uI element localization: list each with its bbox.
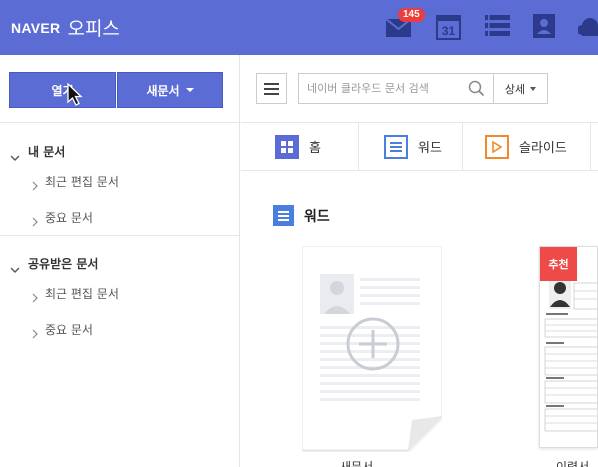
list-icon[interactable]: [484, 12, 511, 43]
naver-logo-text: NAVER: [11, 19, 61, 36]
sidebar-item-my-important[interactable]: 중요 문서: [45, 209, 93, 226]
open-button[interactable]: 열기: [9, 72, 116, 108]
chevron-down-icon: [530, 86, 537, 91]
top-header: NAVER 오피스 145 31: [0, 0, 598, 55]
cloud-icon[interactable]: [577, 16, 598, 42]
chevron-right-icon: [32, 212, 38, 231]
section-shared-documents[interactable]: 공유받은 문서: [28, 255, 98, 272]
chevron-right-icon: [32, 324, 38, 343]
word-icon-line: [278, 218, 289, 221]
new-document-button[interactable]: 새문서: [117, 72, 223, 108]
tab-slide[interactable]: 슬라이드: [485, 123, 567, 170]
calendar-icon[interactable]: 31: [435, 12, 462, 45]
search-input[interactable]: [299, 74, 459, 103]
sidebar: 열기 새문서 내 문서 최근 편집 문서 중요 문서 공유받은 문서 최근 편집…: [0, 55, 240, 467]
new-document-label: 새문서: [146, 83, 180, 98]
tab-separator: [462, 123, 463, 170]
hamburger-menu-button[interactable]: [256, 73, 287, 104]
word-icon: [384, 134, 408, 159]
tab-home-label: 홈: [309, 141, 321, 156]
chevron-down-icon[interactable]: [10, 147, 20, 166]
search-icon[interactable]: [468, 80, 485, 101]
mouse-cursor-icon: [67, 82, 85, 111]
tab-word[interactable]: 워드: [384, 123, 442, 170]
tab-word-label: 워드: [418, 141, 442, 156]
tab-separator: [358, 123, 359, 170]
word-icon-line: [278, 214, 289, 217]
mail-count-badge: 145: [398, 8, 425, 22]
hamburger-line: [264, 82, 279, 85]
word-icon: [273, 205, 294, 226]
sidebar-item-shared-important[interactable]: 중요 문서: [45, 321, 93, 338]
section-word-title: 워드: [273, 205, 330, 226]
recommend-badge: 추천: [540, 247, 577, 281]
tabs-divider: [241, 170, 598, 171]
chevron-right-icon: [32, 176, 38, 195]
chevron-right-icon: [32, 288, 38, 307]
brand-logo[interactable]: NAVER 오피스: [11, 14, 120, 41]
chevron-down-icon: [185, 88, 194, 92]
detail-label: 상세: [504, 82, 526, 96]
sidebar-item-my-recent[interactable]: 최근 편집 문서: [45, 173, 119, 190]
tab-slide-label: 슬라이드: [519, 141, 567, 156]
office-logo-text: 오피스: [67, 18, 120, 40]
resume-template-label[interactable]: 이력서: [556, 458, 589, 467]
detail-search-button[interactable]: 상세: [494, 73, 548, 104]
hamburger-line: [264, 87, 279, 90]
new-document-card-label[interactable]: 새문서: [340, 458, 373, 467]
calendar-day: 31: [442, 24, 456, 38]
grid-icon: [275, 134, 299, 159]
sidebar-divider: [0, 235, 240, 236]
tab-separator: [590, 123, 591, 170]
hamburger-line: [264, 92, 279, 95]
new-document-card[interactable]: [301, 245, 443, 452]
section-my-documents[interactable]: 내 문서: [28, 143, 65, 160]
search-box: [298, 73, 494, 104]
word-icon-line: [278, 210, 289, 213]
resume-template-card[interactable]: 추천: [539, 246, 598, 448]
sidebar-item-shared-recent[interactable]: 최근 편집 문서: [45, 285, 119, 302]
section-word-label: 워드: [304, 208, 330, 225]
sidebar-divider: [0, 122, 240, 123]
chevron-down-icon[interactable]: [10, 259, 20, 278]
slide-icon: [485, 134, 509, 159]
tab-home[interactable]: 홈: [275, 123, 321, 170]
contacts-icon[interactable]: [532, 12, 556, 43]
